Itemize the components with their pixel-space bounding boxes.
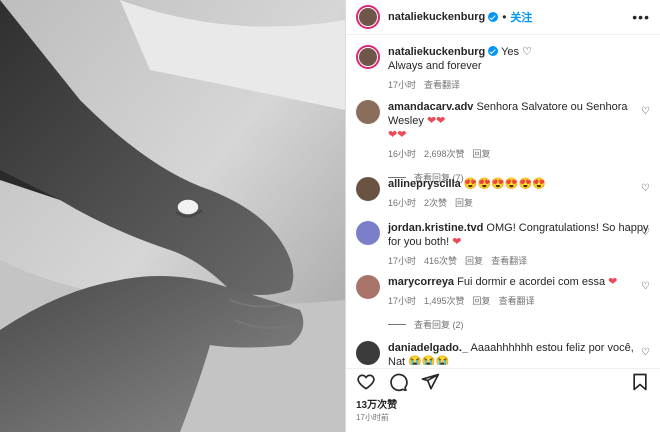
like-comment-icon[interactable]: ♡: [641, 281, 650, 292]
reply-button[interactable]: 回复: [473, 296, 491, 306]
comment-text: Fui dormir e acordei com essa: [457, 276, 606, 288]
post-photo[interactable]: [0, 0, 345, 432]
comment: daniadelgado._ Aaaahhhhhh estou feliz po…: [356, 341, 652, 365]
comments-list[interactable]: nataliekuckenburg Yes ♡ Always and forev…: [346, 35, 660, 365]
reply-button[interactable]: 回复: [465, 256, 483, 266]
commenter-avatar[interactable]: [356, 221, 380, 245]
white-heart-emoji: ♡: [522, 46, 532, 58]
heart-icon[interactable]: [356, 372, 376, 392]
author-avatar[interactable]: [356, 5, 380, 29]
comment-time[interactable]: 16小时: [388, 198, 416, 208]
like-comment-icon[interactable]: ♡: [641, 106, 650, 117]
action-bar: [346, 368, 660, 395]
see-translation-button[interactable]: 查看翻译: [424, 80, 460, 90]
commenter-avatar[interactable]: [356, 100, 380, 124]
heart-eyes-emoji: 😍😍😍😍😍😍: [463, 178, 547, 190]
follow-button[interactable]: 关注: [510, 9, 532, 25]
separator-dot: •: [502, 10, 507, 24]
post-header: nataliekuckenburg • 关注 •••: [346, 0, 660, 35]
post-panel: nataliekuckenburg • 关注 ••• nataliekucken…: [345, 0, 660, 432]
red-heart-emoji: ❤: [452, 236, 462, 248]
comment-username[interactable]: daniadelgado._: [388, 342, 468, 354]
comment-likes[interactable]: 2,698次赞: [424, 149, 465, 159]
comment: allinepryscilla 😍😍😍😍😍😍 16小时 2次赞 回复 ♡: [356, 177, 652, 210]
instagram-post: nataliekuckenburg • 关注 ••• nataliekucken…: [0, 0, 660, 432]
view-replies-label: 查看回复 (2): [414, 320, 464, 330]
share-icon[interactable]: [420, 372, 440, 392]
comment-likes[interactable]: 1,495次赞: [424, 296, 465, 306]
comment-time[interactable]: 16小时: [388, 149, 416, 159]
verified-icon: [488, 46, 499, 56]
comment-time[interactable]: 17小时: [388, 296, 416, 306]
comment-likes[interactable]: 2次赞: [424, 198, 447, 208]
comment-username[interactable]: jordan.kristine.tvd: [388, 222, 483, 234]
comment-username[interactable]: marycorreya: [388, 276, 454, 288]
commenter-avatar[interactable]: [356, 275, 380, 299]
caption-username[interactable]: nataliekuckenburg: [388, 46, 485, 58]
caption: nataliekuckenburg Yes ♡ Always and forev…: [356, 45, 652, 92]
caption-avatar[interactable]: [356, 45, 380, 69]
see-translation-button[interactable]: 查看翻译: [499, 296, 535, 306]
comment-time[interactable]: 17小时: [388, 256, 416, 266]
comment: amandacarv.adv Senhora Salvatore ou Senh…: [356, 100, 652, 184]
verified-icon: [488, 12, 499, 22]
caption-text: Yes: [501, 46, 520, 58]
post-time[interactable]: 17小时前: [356, 412, 389, 423]
reply-button[interactable]: 回复: [455, 198, 473, 208]
red-heart-emoji: ❤: [608, 276, 618, 288]
commenter-avatar[interactable]: [356, 341, 380, 365]
caption-text-line2: Always and forever: [388, 60, 482, 72]
bookmark-icon[interactable]: [630, 372, 650, 392]
more-options-icon[interactable]: •••: [632, 9, 650, 25]
author-username[interactable]: nataliekuckenburg: [388, 11, 485, 23]
like-comment-icon[interactable]: ♡: [641, 347, 650, 358]
commenter-avatar[interactable]: [356, 177, 380, 201]
see-translation-button[interactable]: 查看翻译: [491, 256, 527, 266]
comment: marycorreya Fui dormir e acordei com ess…: [356, 275, 652, 331]
reply-button[interactable]: 回复: [473, 149, 491, 159]
crying-emoji: 😭😭😭: [408, 356, 450, 365]
like-comment-icon[interactable]: ♡: [641, 183, 650, 194]
view-replies-button[interactable]: 查看回复 (2): [388, 318, 652, 331]
replies-line: [388, 324, 406, 325]
comment-likes[interactable]: 416次赞: [424, 256, 457, 266]
caption-time[interactable]: 17小时: [388, 80, 416, 90]
hands-with-ring-photo: [0, 0, 345, 432]
comment-username[interactable]: amandacarv.adv: [388, 101, 473, 113]
comment-icon[interactable]: [388, 372, 408, 392]
comment: jordan.kristine.tvd OMG! Congratulations…: [356, 221, 652, 268]
likes-count[interactable]: 13万次赞: [356, 396, 397, 411]
comment-username[interactable]: allinepryscilla: [388, 178, 461, 190]
like-comment-icon[interactable]: ♡: [641, 227, 650, 238]
